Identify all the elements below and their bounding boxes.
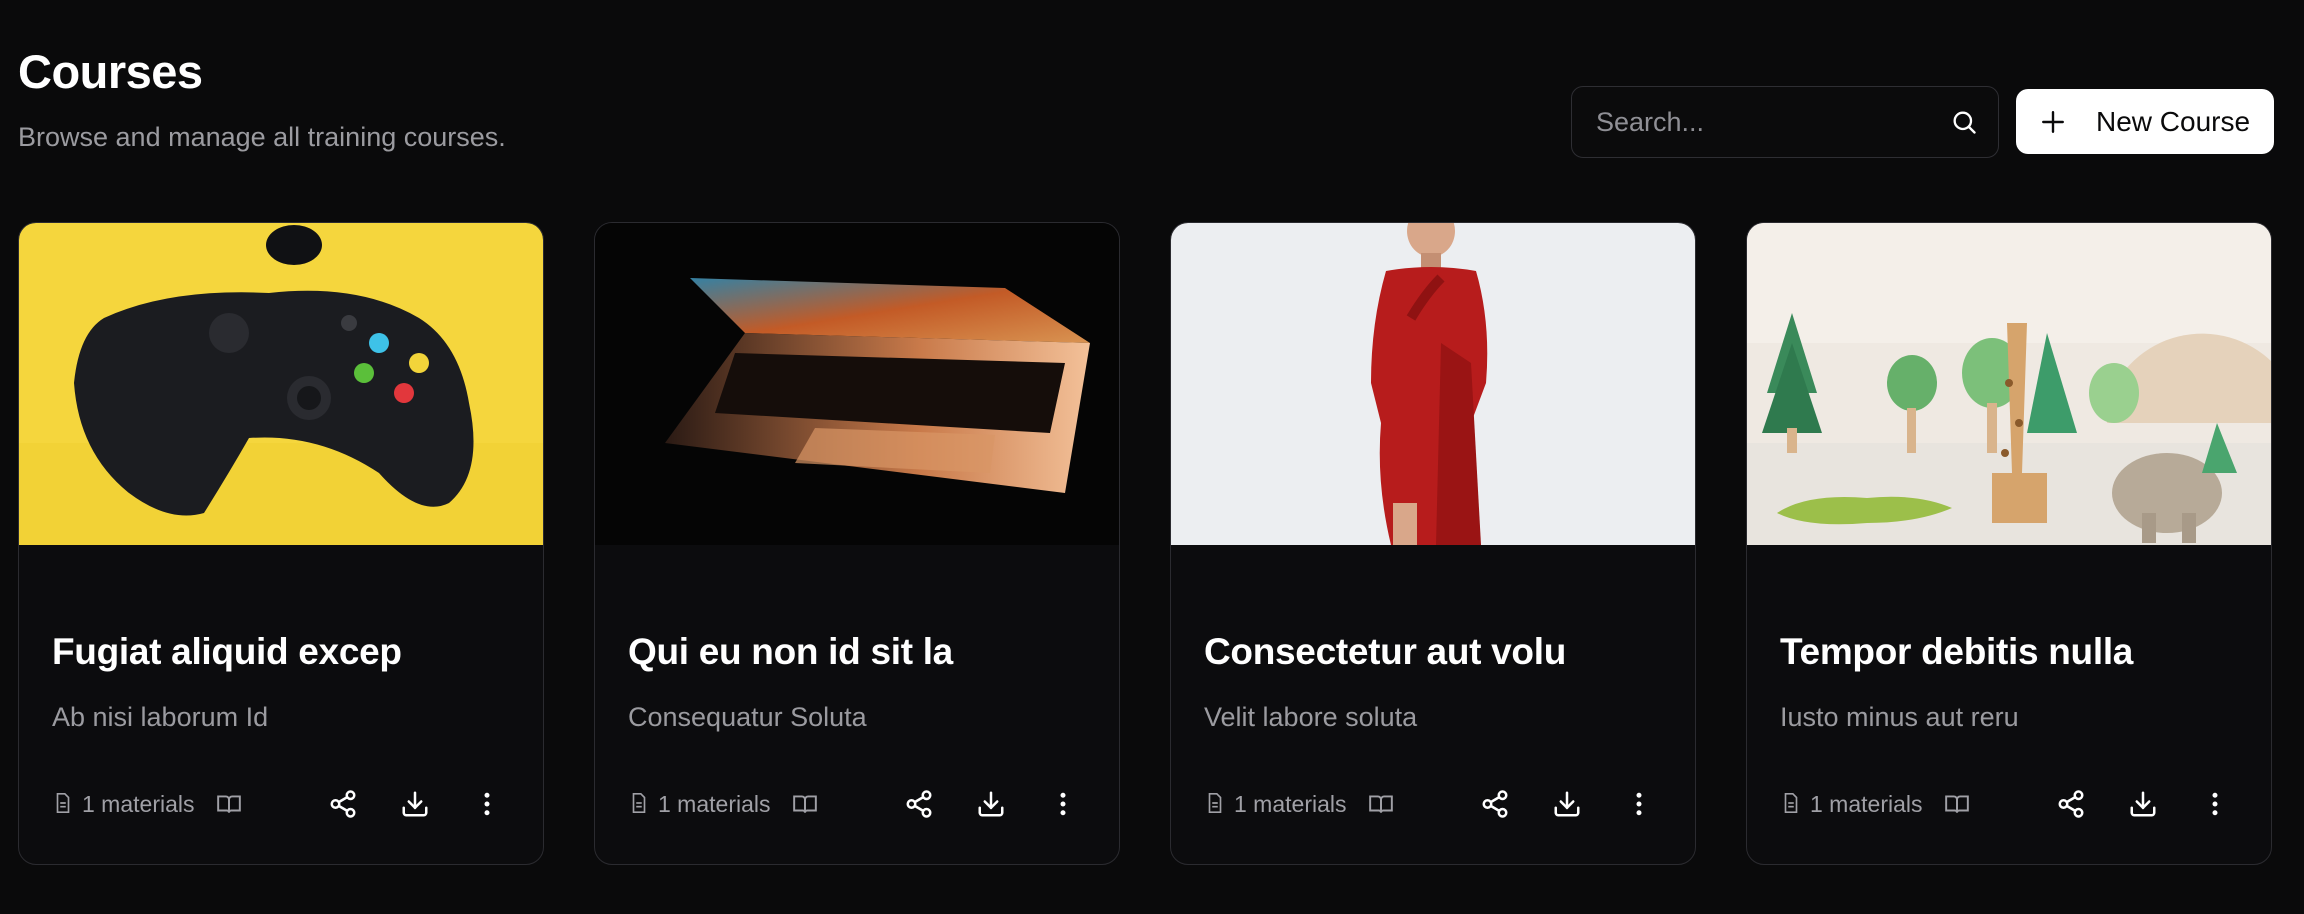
red-dress-model-image xyxy=(1171,223,1695,545)
download-icon[interactable] xyxy=(973,786,1009,822)
file-text-icon xyxy=(1780,791,1804,817)
course-grid: Fugiat aliquid excep Ab nisi laborum Id … xyxy=(18,222,2272,865)
share-icon[interactable] xyxy=(2053,786,2089,822)
file-text-icon xyxy=(1204,791,1228,817)
book-open-icon[interactable] xyxy=(1944,790,1972,818)
card-footer: 1 materials xyxy=(52,782,510,826)
course-title[interactable]: Consectetur aut volu xyxy=(1204,633,1566,670)
card-actions xyxy=(2053,786,2233,822)
page-title: Courses xyxy=(18,45,203,98)
share-icon[interactable] xyxy=(1477,786,1513,822)
book-open-icon[interactable] xyxy=(216,790,244,818)
materials-count: 1 materials xyxy=(628,791,770,818)
materials-count: 1 materials xyxy=(1780,791,1922,818)
course-card[interactable]: Consectetur aut volu Velit labore soluta… xyxy=(1170,222,1696,865)
materials-label: 1 materials xyxy=(82,790,195,817)
wooden-toys-image xyxy=(1747,223,2271,545)
materials-label: 1 materials xyxy=(1234,790,1347,817)
course-card[interactable]: Tempor debitis nulla Iusto minus aut rer… xyxy=(1746,222,2272,865)
search-input[interactable] xyxy=(1596,106,1950,138)
courses-page: Courses Browse and manage all training c… xyxy=(0,0,2304,914)
book-open-icon[interactable] xyxy=(792,790,820,818)
download-icon[interactable] xyxy=(2125,786,2161,822)
materials-count: 1 materials xyxy=(52,791,194,818)
search-icon[interactable] xyxy=(1950,105,1978,139)
download-icon[interactable] xyxy=(397,786,433,822)
more-vertical-icon[interactable] xyxy=(469,786,505,822)
card-footer: 1 materials xyxy=(1780,782,2238,826)
file-text-icon xyxy=(628,791,652,817)
share-icon[interactable] xyxy=(325,786,361,822)
page-subtitle: Browse and manage all training courses. xyxy=(18,122,506,152)
game-controller-image xyxy=(19,223,543,545)
download-icon[interactable] xyxy=(1549,786,1585,822)
course-description: Consequatur Soluta xyxy=(628,702,867,732)
file-text-icon xyxy=(52,791,76,817)
plus-icon xyxy=(2038,107,2068,137)
card-footer: 1 materials xyxy=(1204,782,1662,826)
card-actions xyxy=(325,786,505,822)
course-description: Ab nisi laborum Id xyxy=(52,702,269,732)
materials-label: 1 materials xyxy=(658,790,771,817)
book-open-icon[interactable] xyxy=(1368,790,1396,818)
card-footer: 1 materials xyxy=(628,782,1086,826)
laptop-image xyxy=(595,223,1119,545)
course-description: Velit labore soluta xyxy=(1204,702,1418,732)
search-box[interactable] xyxy=(1571,86,1999,158)
more-vertical-icon[interactable] xyxy=(1045,786,1081,822)
course-title[interactable]: Fugiat aliquid excep xyxy=(52,633,402,670)
card-actions xyxy=(1477,786,1657,822)
course-card[interactable]: Fugiat aliquid excep Ab nisi laborum Id … xyxy=(18,222,544,865)
course-title[interactable]: Tempor debitis nulla xyxy=(1780,633,2133,670)
materials-count: 1 materials xyxy=(1204,791,1346,818)
materials-label: 1 materials xyxy=(1810,790,1923,817)
share-icon[interactable] xyxy=(901,786,937,822)
more-vertical-icon[interactable] xyxy=(1621,786,1657,822)
course-card[interactable]: Qui eu non id sit la Consequatur Soluta … xyxy=(594,222,1120,865)
course-title[interactable]: Qui eu non id sit la xyxy=(628,633,953,670)
new-course-button[interactable]: New Course xyxy=(2016,89,2274,154)
card-actions xyxy=(901,786,1081,822)
new-course-label: New Course xyxy=(2096,105,2251,137)
more-vertical-icon[interactable] xyxy=(2197,786,2233,822)
course-description: Iusto minus aut reru xyxy=(1780,702,2019,732)
